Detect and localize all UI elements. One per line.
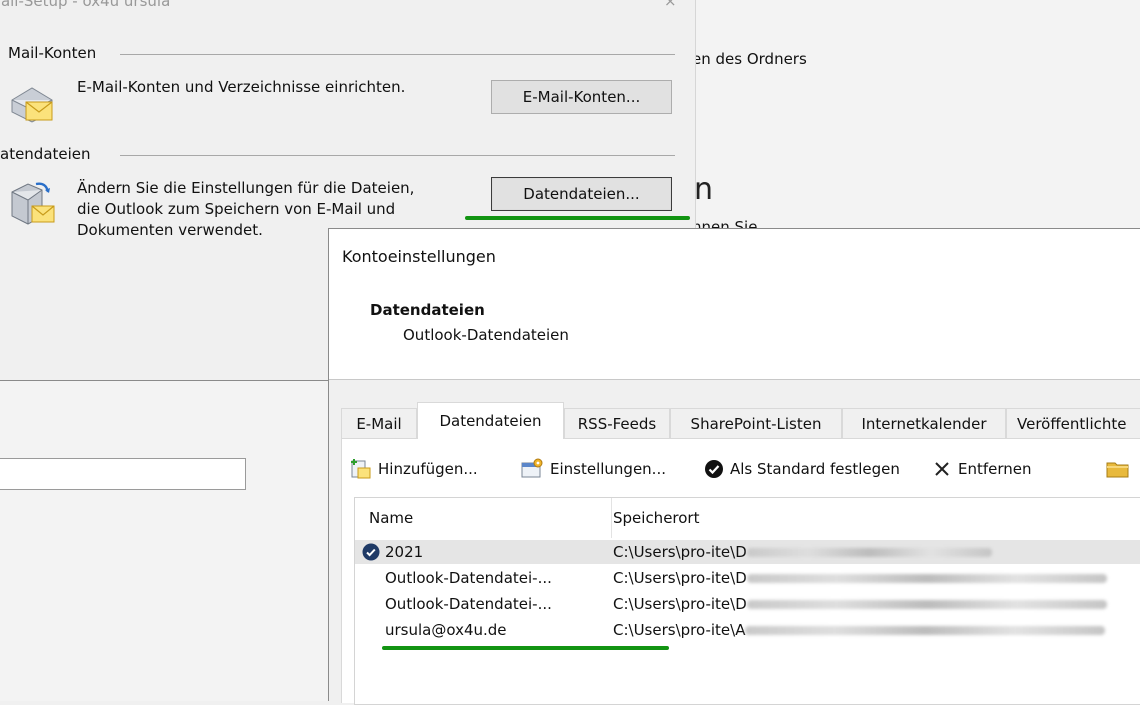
set-default-label: Als Standard festlegen xyxy=(730,460,900,478)
highlight-underline-datafiles-button xyxy=(465,216,690,220)
open-folder-button[interactable] xyxy=(1106,457,1136,481)
account-settings-title: Kontoeinstellungen xyxy=(342,247,496,266)
row-name: Outlook-Datendatei-... xyxy=(385,569,552,587)
table-row[interactable]: Outlook-Datendatei-... C:\Users\pro-ite\… xyxy=(355,566,1140,590)
folder-icon xyxy=(1106,462,1129,478)
table-row[interactable]: Outlook-Datendatei-... C:\Users\pro-ite\… xyxy=(355,592,1140,616)
mail-setup-dialog: Mail-Setup - ox4u ursula × Mail-Konten E… xyxy=(0,0,696,239)
data-files-icon xyxy=(6,178,58,230)
add-datafile-label: Hinzufügen... xyxy=(378,460,478,478)
mail-setup-title: Mail-Setup - ox4u ursula xyxy=(0,0,171,10)
tab-internet-calendars[interactable]: Internetkalender xyxy=(842,408,1006,438)
column-separator[interactable] xyxy=(611,498,612,538)
row-path: C:\Users\pro-ite\D xyxy=(613,595,747,613)
accounts-group-line xyxy=(120,54,675,55)
tab-rss-feeds[interactable]: RSS-Feeds xyxy=(564,408,670,438)
highlight-underline-ursula-row xyxy=(382,646,669,650)
datafile-settings-button[interactable]: Einstellungen... xyxy=(520,457,666,481)
tab-published-calendars[interactable]: Veröffentlichte xyxy=(1006,408,1140,438)
table-row[interactable]: 2021 C:\Users\pro-ite\D xyxy=(355,540,1140,564)
datafiles-description-line-3: Dokumenten verwendet. xyxy=(77,221,263,239)
background-input-field xyxy=(0,458,246,490)
redacted-path xyxy=(746,547,992,557)
tab-email[interactable]: E-Mail xyxy=(341,408,417,438)
default-checkmark-icon xyxy=(362,543,380,561)
row-path: C:\Users\pro-ite\D xyxy=(613,569,747,587)
redacted-path xyxy=(746,573,1107,583)
close-icon[interactable]: × xyxy=(664,0,677,10)
table-row[interactable]: ursula@ox4u.de C:\Users\pro-ite\A xyxy=(355,618,1140,642)
close-x-icon xyxy=(935,462,949,476)
row-name: ursula@ox4u.de xyxy=(385,621,507,639)
section-subheading: Outlook-Datendateien xyxy=(403,326,569,344)
settings-icon xyxy=(521,458,543,478)
remove-label: Entfernen xyxy=(958,460,1032,478)
datafiles-group-label: atendateien xyxy=(0,145,95,163)
accounts-description: E-Mail-Konten und Verzeichnisse einricht… xyxy=(77,78,406,96)
background-heading-fragment: n xyxy=(694,172,714,207)
row-name: 2021 xyxy=(385,543,424,561)
account-settings-body: E-Mail Datendateien RSS-Feeds SharePoint… xyxy=(329,379,1140,705)
row-name: Outlook-Datendatei-... xyxy=(385,595,552,613)
add-datafile-button[interactable]: Hinzufügen... xyxy=(350,457,478,481)
section-heading: Datendateien xyxy=(370,301,485,319)
datafiles-button[interactable]: Datendateien... xyxy=(491,177,672,211)
redacted-path xyxy=(745,625,1106,635)
datafile-settings-label: Einstellungen... xyxy=(550,460,666,478)
set-default-button[interactable]: Als Standard festlegen xyxy=(704,457,900,481)
mail-accounts-icon xyxy=(8,80,56,128)
redacted-path xyxy=(746,599,1107,609)
column-header-name[interactable]: Name xyxy=(369,498,413,538)
accounts-group-label: Mail-Konten xyxy=(8,44,101,62)
column-header-location[interactable]: Speicherort xyxy=(613,498,699,538)
datafiles-tab-panel: Hinzufügen... Einstellungen... Als Stand… xyxy=(341,438,1140,705)
tab-sharepoint-lists[interactable]: SharePoint-Listen xyxy=(670,408,842,438)
background-panel-lower-left xyxy=(0,380,330,701)
row-path: C:\Users\pro-ite\A xyxy=(613,621,746,639)
datafiles-list[interactable]: Name Speicherort 2021 C:\Users\pro-ite\D xyxy=(354,497,1140,705)
tab-datafiles[interactable]: Datendateien xyxy=(417,402,564,439)
datafiles-description-line-1: Ändern Sie die Einstellungen für die Dat… xyxy=(77,179,415,197)
email-accounts-button[interactable]: E-Mail-Konten... xyxy=(491,80,672,114)
checkmark-circle-icon xyxy=(705,460,723,478)
add-file-icon xyxy=(351,459,371,479)
datafiles-description-line-2: die Outlook zum Speichern von E-Mail und xyxy=(77,200,396,218)
datafiles-group-line xyxy=(120,155,675,156)
account-settings-dialog: Kontoeinstellungen Datendateien Outlook-… xyxy=(328,228,1140,705)
background-folder-text: en des Ordners xyxy=(692,50,807,68)
row-path: C:\Users\pro-ite\D xyxy=(613,543,747,561)
remove-button[interactable]: Entfernen xyxy=(932,457,1032,481)
